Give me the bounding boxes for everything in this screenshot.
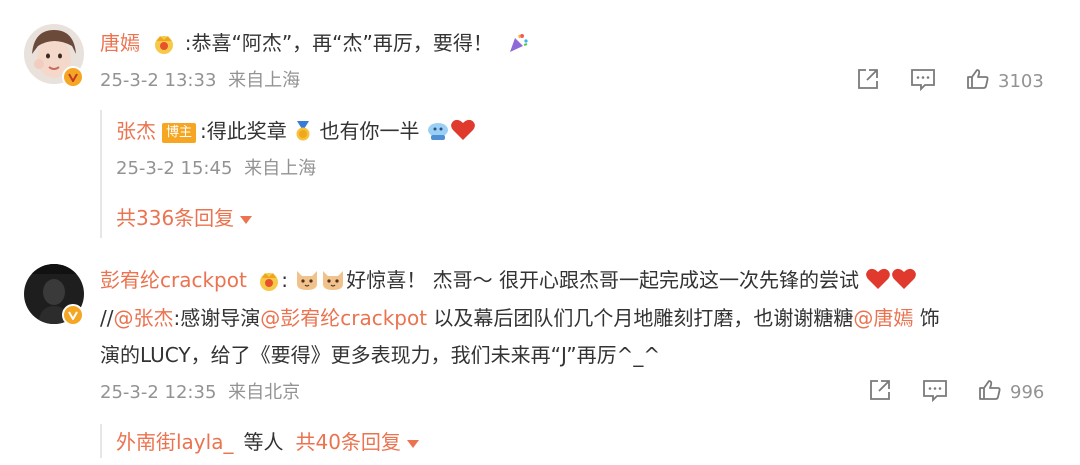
more-replies-label: 共336条回复 xyxy=(116,206,235,230)
reply-block: 张杰 博主:得此奖章 也有你一半 25-3-2 15:45 来自上海 共336条回… xyxy=(100,110,1062,238)
reply-time: 25-3-2 15:45 xyxy=(116,158,233,179)
reply-body-start: :得此奖章 xyxy=(200,119,287,143)
comment-text-line-3: 演的LUCY，给了《要得》更多表现力，我们未来再“J”再厉^_^ xyxy=(100,340,660,370)
comment-body: 好惊喜！ 杰哥～ 很开心跟杰哥一起完成这一次先锋的尝试 xyxy=(346,268,860,292)
comment-username[interactable]: 唐嫣 xyxy=(100,31,140,55)
comment-location: 来自上海 xyxy=(228,70,301,91)
reply-block: 外南街layla_ 等人 共40条回复 xyxy=(100,424,1062,458)
cat-emoji-icon xyxy=(294,267,320,299)
comment-body: :感谢导演 xyxy=(173,306,261,330)
comment-body-prefix: : xyxy=(281,268,288,292)
crown-icon xyxy=(257,269,281,299)
author-badge: 博主 xyxy=(162,123,197,143)
comment-body: 以及幕后团队们几个月地雕刻打磨，也谢谢糖糖 xyxy=(427,306,854,330)
comment-text: 彭宥纶crackpot : 好惊喜！ 杰哥～ 很开心跟杰哥一起完成这一次先锋的尝… xyxy=(100,265,917,299)
reply-username[interactable]: 张杰 xyxy=(116,119,156,143)
comment-time: 25-3-2 13:33 xyxy=(100,70,217,91)
mention-link[interactable]: @唐嫣 xyxy=(853,306,913,330)
heart-icon xyxy=(891,267,917,299)
more-replies-link[interactable]: 外南街layla_ 等人 共40条回复 xyxy=(116,426,419,455)
like-icon[interactable] xyxy=(966,67,990,95)
comment-body: 饰 xyxy=(913,306,940,330)
mention-link[interactable]: @彭宥纶crackpot xyxy=(260,306,427,330)
reply-users-suffix: 等人 xyxy=(243,430,284,454)
reply-users[interactable]: 外南街layla_ xyxy=(116,426,233,455)
like-count: 3103 xyxy=(998,70,1044,92)
medal-icon xyxy=(293,120,313,150)
comment-location: 来自北京 xyxy=(228,382,301,403)
comment-body: :恭喜“阿杰”，再“杰”再厉，要得！ xyxy=(184,31,493,55)
repost-separator: // xyxy=(100,306,114,330)
heart-icon xyxy=(865,267,891,299)
like-count: 996 xyxy=(1010,381,1045,403)
comment-meta: 25-3-2 12:35 来自北京 xyxy=(100,380,300,406)
reply-meta: 25-3-2 15:45 来自上海 xyxy=(116,156,316,182)
mention-link[interactable]: @张杰 xyxy=(113,306,173,330)
cat-emoji-icon xyxy=(320,267,346,299)
comment-username[interactable]: 彭宥纶crackpot xyxy=(100,268,247,292)
comment-time: 25-3-2 12:35 xyxy=(100,382,217,403)
reply-location: 来自上海 xyxy=(244,158,317,179)
comment-actions: 3103 xyxy=(856,66,1044,96)
comment-text-line-2: //@张杰:感谢导演@彭宥纶crackpot 以及幕后团队们几个月地雕刻打磨，也… xyxy=(100,303,940,333)
crown-icon xyxy=(152,32,176,62)
caret-down-icon xyxy=(406,429,419,453)
verified-badge-icon xyxy=(62,304,84,326)
comment-text: 唐嫣 :恭喜“阿杰”，再“杰”再厉，要得！ xyxy=(100,28,529,62)
party-popper-icon xyxy=(507,32,529,62)
reply-body-end: 也有你一半 xyxy=(319,119,420,143)
more-replies-link[interactable]: 共336条回复 xyxy=(116,202,253,231)
more-replies-label: 共40条回复 xyxy=(295,430,401,454)
like-icon[interactable] xyxy=(978,378,1002,406)
share-icon[interactable] xyxy=(868,378,892,406)
comment-meta: 25-3-2 13:33 来自上海 xyxy=(100,68,300,94)
comment-actions: 996 xyxy=(868,377,1044,407)
comment-item: 彭宥纶crackpot : 好惊喜！ 杰哥～ 很开心跟杰哥一起完成这一次先锋的尝… xyxy=(0,250,1080,465)
heart-icon xyxy=(450,118,476,150)
comment-item: 唐嫣 :恭喜“阿杰”，再“杰”再厉，要得！ 25-3-2 13:33 来自上海 xyxy=(0,0,1080,250)
share-icon[interactable] xyxy=(856,67,880,95)
reply-text: 张杰 博主:得此奖章 也有你一半 xyxy=(116,116,476,150)
caret-down-icon xyxy=(240,205,253,229)
comment-icon[interactable] xyxy=(922,378,948,406)
comment-body: 演的LUCY，给了《要得》更多表现力，我们未来再“J”再厉^_^ xyxy=(100,343,661,367)
cheers-emoji-icon xyxy=(426,120,450,150)
verified-badge-icon xyxy=(62,66,84,88)
comment-icon[interactable] xyxy=(910,67,936,95)
